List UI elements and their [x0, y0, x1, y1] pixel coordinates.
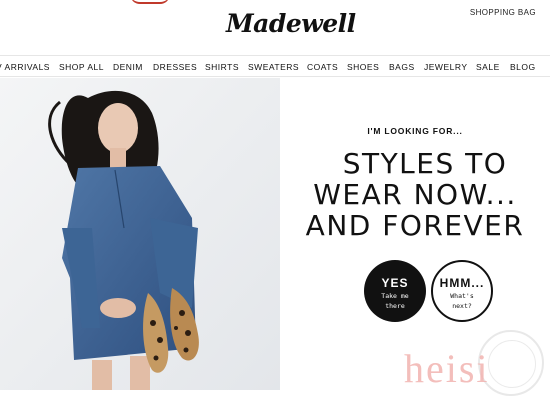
hmm-button-sub-2: next?	[452, 302, 472, 310]
nav-item-shop-all[interactable]: SHOP ALL	[59, 62, 104, 72]
nav-item-new-arrivals[interactable]: V ARRIVALS	[0, 62, 50, 72]
yes-button-title: YES	[381, 276, 409, 290]
yes-button-sub-2: there	[385, 302, 405, 310]
hero-tagline: STYLES TO WEAR NOW... AND FOREVER	[280, 148, 550, 241]
nav-item-dresses[interactable]: DRESSES	[153, 62, 197, 72]
brand-logo[interactable]: Madewell	[226, 6, 356, 42]
nav-item-bags[interactable]: BAGS	[389, 62, 415, 72]
nav-item-denim[interactable]: DENIM	[113, 62, 143, 72]
yes-take-me-there-button[interactable]: YES Take me there	[364, 260, 426, 322]
nav-item-blog[interactable]: BLOG	[510, 62, 536, 72]
nav-item-shoes[interactable]: SHOES	[347, 62, 379, 72]
hero-model-photo[interactable]	[0, 78, 280, 390]
tagline-line-3: AND FOREVER	[305, 209, 525, 242]
tagline-line-2: WEAR NOW...	[313, 178, 517, 211]
tagline-line-1: STYLES TO	[342, 147, 508, 180]
model-illustration	[0, 78, 280, 390]
main-navigation: V ARRIVALS SHOP ALL DENIM DRESSES SHIRTS…	[0, 55, 550, 77]
shopping-bag-link[interactable]: SHOPPING BAG	[470, 8, 536, 17]
hmm-button-title: HMM...	[439, 276, 485, 290]
yes-button-sub-1: Take me	[381, 292, 409, 300]
watermark-text: heisi	[404, 346, 490, 391]
hmm-whats-next-button[interactable]: HMM... What's next?	[431, 260, 493, 322]
nav-item-sale[interactable]: SALE	[476, 62, 500, 72]
hmm-button-sub-1: What's	[450, 292, 474, 300]
nav-item-sweaters[interactable]: SWEATERS	[248, 62, 299, 72]
nav-item-jewelry[interactable]: JEWELRY	[424, 62, 468, 72]
nav-item-coats[interactable]: COATS	[307, 62, 338, 72]
site-header: Madewell SHOPPING BAG	[0, 0, 550, 50]
looking-for-label: I'M LOOKING FOR...	[367, 126, 463, 136]
top-decoration	[130, 0, 170, 4]
nav-item-shirts[interactable]: SHIRTS	[205, 62, 239, 72]
